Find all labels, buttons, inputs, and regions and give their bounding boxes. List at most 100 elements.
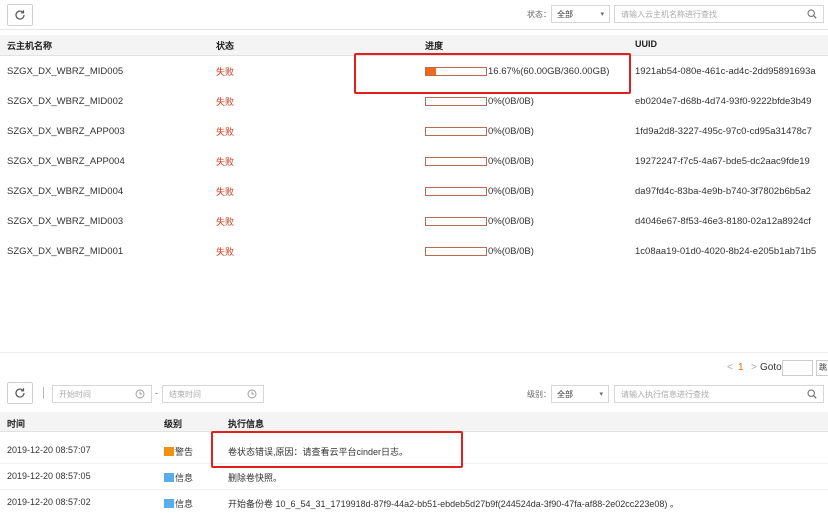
pagination-prev-button[interactable]: < [727,362,733,373]
status-badge: 失败 [216,217,235,227]
progress-highlight-box [354,53,631,94]
progress-cell: 0%(0B/0B) [425,207,534,236]
log-message: 删除卷快照。 [228,473,283,483]
status-badge: 失败 [216,247,235,257]
table-bottom-divider [0,352,828,353]
pagination-next-button[interactable]: > [751,362,757,373]
log-time: 2019-12-20 08:57:07 [7,445,91,455]
table-row[interactable]: SZGX_DX_WBRZ_APP004 失败 0%(0B/0B) 19272247-f… [0,147,828,176]
progress-bar [425,187,487,196]
log-level-text: 信息 [175,499,194,509]
refresh-icon [15,10,25,20]
column-header-time: 时间 [7,419,26,429]
vm-search-input[interactable]: 请输入云主机名称进行查找 [614,5,824,23]
vm-uuid: 1c08aa19-01d0-4020-8b24-e205b1ab71b5 [635,246,817,257]
toolbar-separator [43,387,44,399]
vm-uuid: 19272247-f7c5-4a67-bde5-dc2aac9fde19 [635,156,810,167]
level-color-icon [164,499,174,508]
clock-icon [247,389,257,399]
vm-uuid: d4046e67-8f53-46e3-8180-02a12a8924cf [635,216,811,227]
log-refresh-button[interactable] [7,382,33,404]
pagination-jump-label: 跳 [819,363,827,372]
status-badge: 失败 [216,157,235,167]
log-row[interactable]: 2019-12-20 08:57:05 信息 删除卷快照。 [0,465,828,489]
log-search-input[interactable]: 请输入执行信息进行查找 [614,385,824,403]
vm-name: SZGX_DX_WBRZ_MID005 [7,66,124,77]
start-time-input[interactable]: 开始时间 [52,385,152,403]
log-table-header: 时间 级别 执行信息 [0,412,828,432]
progress-cell: 0%(0B/0B) [425,177,534,206]
progress-bar [425,217,487,226]
progress-text: 0%(0B/0B) [488,96,534,107]
vm-uuid: 1921ab54-080e-461c-ad4c-2dd95891693a [635,66,816,77]
progress-bar [425,97,487,106]
vm-name: SZGX_DX_WBRZ_APP004 [7,156,125,167]
pagination-current-page[interactable]: 1 [738,362,744,373]
vm-name: SZGX_DX_WBRZ_MID002 [7,96,124,107]
log-time: 2019-12-20 08:57:02 [7,497,91,507]
chevron-down-icon: ▾ [600,11,604,18]
status-badge: 失败 [216,187,235,197]
progress-cell: 0%(0B/0B) [425,147,534,176]
end-time-input[interactable]: 结束时间 [162,385,264,403]
search-icon[interactable] [807,9,817,19]
table-row[interactable]: SZGX_DX_WBRZ_MID004 失败 0%(0B/0B) da97fd4c-8… [0,177,828,206]
time-range-separator: - [155,388,158,398]
search-icon[interactable] [807,389,817,399]
status-badge: 失败 [216,97,235,107]
pagination-goto-input[interactable] [782,360,813,376]
start-time-placeholder: 开始时间 [59,389,91,399]
column-header-status: 状态 [216,41,235,51]
message-highlight-box [211,431,463,468]
level-filter-label: 级别： [527,390,551,399]
progress-cell: 0%(0B/0B) [425,237,534,266]
vm-name: SZGX_DX_WBRZ_MID003 [7,216,124,227]
log-level-text: 警告 [175,447,194,457]
column-header-name: 云主机名称 [7,41,53,51]
log-time: 2019-12-20 08:57:05 [7,471,91,481]
progress-text: 0%(0B/0B) [488,156,534,167]
pagination-jump-button[interactable]: 跳 [816,360,828,376]
level-color-icon [164,473,174,482]
vm-search-placeholder: 请输入云主机名称进行查找 [621,9,717,19]
refresh-button[interactable] [7,4,33,26]
log-row[interactable]: 2019-12-20 08:57:02 信息 开始备份卷 10_6_54_31_17… [0,491,828,515]
table-row[interactable]: SZGX_DX_WBRZ_APP003 失败 0%(0B/0B) 1fd9a2d8-3… [0,117,828,146]
log-level-text: 信息 [175,473,194,483]
status-filter-label: 状态： [527,10,551,19]
table-row[interactable]: SZGX_DX_WBRZ_MID003 失败 0%(0B/0B) d4046e67-8… [0,207,828,236]
end-time-placeholder: 结束时间 [169,389,201,399]
vm-uuid: eb0204e7-d68b-4d74-93f0-9222bfde3b49 [635,96,812,107]
column-header-uuid: UUID [635,39,657,49]
vm-uuid: 1fd9a2d8-3227-495c-97c0-cd95a31478c7 [635,126,812,137]
refresh-icon [15,388,25,398]
table-row[interactable]: SZGX_DX_WBRZ_MID001 失败 0%(0B/0B) 1c08aa19-0… [0,237,828,266]
status-filter-select[interactable]: 全部 ▾ [551,5,610,23]
progress-bar [425,157,487,166]
log-level: 警告 [164,445,193,458]
vm-name: SZGX_DX_WBRZ_APP003 [7,126,125,137]
column-header-progress: 进度 [425,41,444,51]
progress-text: 0%(0B/0B) [488,186,534,197]
progress-text: 0%(0B/0B) [488,246,534,257]
progress-bar [425,247,487,256]
log-row-divider [0,489,828,490]
progress-text: 0%(0B/0B) [488,216,534,227]
chevron-down-icon: ▾ [599,391,603,398]
progress-text: 0%(0B/0B) [488,126,534,137]
level-filter-value: 全部 [557,389,573,399]
vm-name: SZGX_DX_WBRZ_MID004 [7,186,124,197]
log-search-placeholder: 请输入执行信息进行查找 [621,389,709,399]
status-filter-value: 全部 [557,9,573,19]
vm-name: SZGX_DX_WBRZ_MID001 [7,246,124,257]
log-level: 信息 [164,497,193,510]
column-header-message: 执行信息 [228,419,265,429]
progress-bar [425,127,487,136]
status-badge: 失败 [216,67,235,77]
vm-uuid: da97fd4c-83ba-4e9b-b740-3f7802b6b5a2 [635,186,811,197]
toolbar-divider [0,29,828,30]
log-level: 信息 [164,471,193,484]
clock-icon [135,389,145,399]
column-header-level: 级别 [164,419,183,429]
level-filter-select[interactable]: 全部 ▾ [551,385,609,403]
